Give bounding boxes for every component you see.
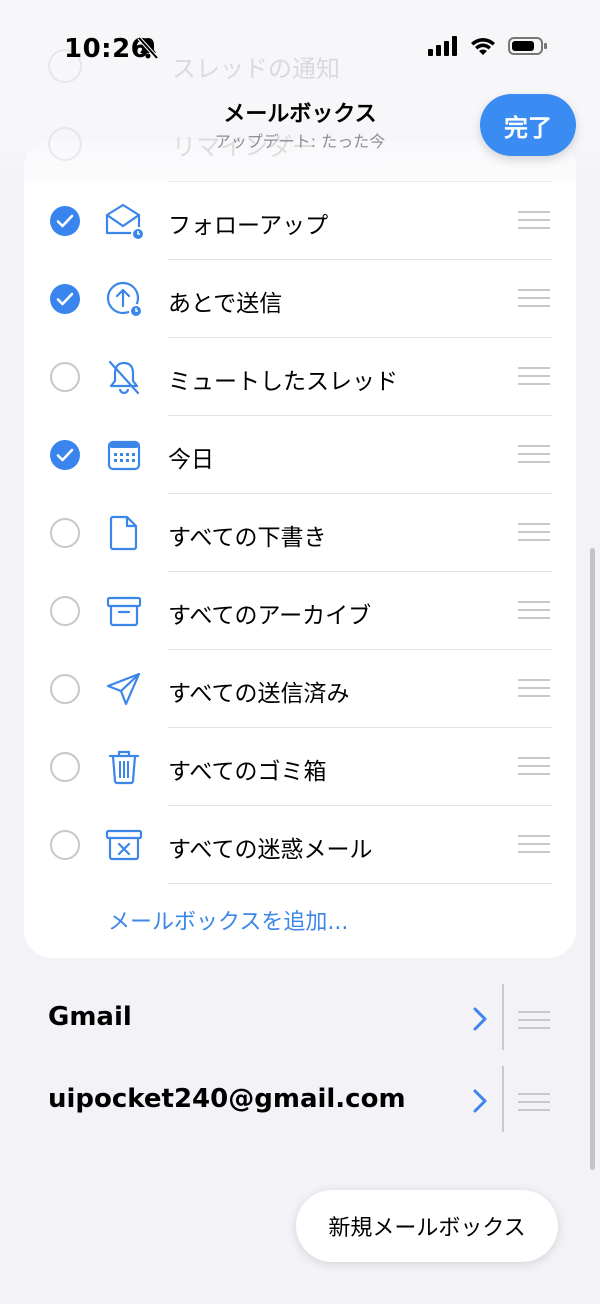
- reorder-handle-icon[interactable]: [518, 756, 550, 776]
- mailbox-row-all-sent[interactable]: すべての送信済み: [24, 650, 576, 728]
- mailbox-label: すべての下書き: [168, 525, 327, 551]
- unchecked-circle-icon[interactable]: [50, 752, 80, 782]
- new-mailbox-button[interactable]: 新規メールボックス: [296, 1190, 558, 1262]
- mailbox-label: すべてのアーカイブ: [168, 603, 372, 629]
- document-icon: [109, 515, 138, 551]
- mailbox-label: あとで送信: [168, 291, 283, 317]
- divider: [502, 1066, 504, 1132]
- account-name: Gmail: [48, 1002, 132, 1032]
- reorder-handle-icon[interactable]: [518, 600, 550, 620]
- mailbox-label: フォローアップ: [168, 213, 329, 239]
- send-later-icon: [106, 281, 143, 318]
- mailbox-row-send-later[interactable]: あとで送信: [24, 260, 576, 338]
- wifi-icon: [471, 38, 495, 55]
- chevron-right-icon[interactable]: [472, 1088, 488, 1114]
- scroll-indicator[interactable]: [590, 548, 595, 1170]
- unchecked-circle-icon[interactable]: [50, 596, 80, 626]
- reorder-handle-icon[interactable]: [518, 288, 550, 308]
- mailbox-row-muted-threads[interactable]: ミュートしたスレッド: [24, 338, 576, 416]
- junk-box-icon: [105, 829, 143, 861]
- unchecked-circle-icon[interactable]: [50, 674, 80, 704]
- reorder-handle-icon[interactable]: [518, 210, 550, 230]
- reorder-handle-icon[interactable]: [518, 366, 550, 386]
- battery-icon: [508, 37, 547, 55]
- chevron-right-icon[interactable]: [472, 1006, 488, 1032]
- mailbox-label: すべてのゴミ箱: [168, 759, 327, 785]
- status-bar: 10:26: [0, 0, 600, 96]
- add-mailbox-link[interactable]: メールボックスを追加...: [108, 904, 348, 936]
- bell-slash-icon: [108, 360, 140, 395]
- status-indicators: [428, 36, 548, 56]
- unchecked-circle-icon[interactable]: [50, 830, 80, 860]
- mailbox-label: 今日: [168, 447, 214, 473]
- mailbox-label: すべての迷惑メール: [168, 837, 373, 863]
- checkmark-icon[interactable]: [50, 206, 80, 236]
- reorder-handle-icon[interactable]: [518, 1010, 550, 1030]
- mailbox-label: すべての送信済み: [168, 681, 350, 707]
- unchecked-circle-icon[interactable]: [50, 362, 80, 392]
- cellular-signal-icon: [428, 36, 457, 56]
- account-row-email[interactable]: uipocket240@gmail.com: [0, 1062, 600, 1142]
- mailbox-row-all-drafts[interactable]: すべての下書き: [24, 494, 576, 572]
- mailbox-row-all-junk[interactable]: すべての迷惑メール: [24, 806, 576, 884]
- checkmark-icon[interactable]: [50, 440, 80, 470]
- mailbox-row-all-archive[interactable]: すべてのアーカイブ: [24, 572, 576, 650]
- account-name: uipocket240@gmail.com: [48, 1084, 406, 1114]
- checkmark-icon[interactable]: [50, 284, 80, 314]
- mailbox-label: ミュートしたスレッド: [168, 369, 398, 395]
- paper-plane-icon: [106, 672, 141, 706]
- reorder-handle-icon[interactable]: [518, 444, 550, 464]
- reorder-handle-icon[interactable]: [518, 678, 550, 698]
- archive-box-icon: [106, 596, 142, 627]
- reorder-handle-icon[interactable]: [518, 834, 550, 854]
- mailbox-row-today[interactable]: 今日: [24, 416, 576, 494]
- divider: [168, 883, 552, 884]
- divider: [502, 984, 504, 1050]
- account-row-gmail[interactable]: Gmail: [0, 980, 600, 1060]
- unchecked-circle-icon[interactable]: [50, 518, 80, 548]
- mailbox-row-all-trash[interactable]: すべてのゴミ箱: [24, 728, 576, 806]
- reorder-handle-icon[interactable]: [518, 1092, 550, 1112]
- silent-mode-icon: [137, 36, 159, 60]
- envelope-clock-icon: [105, 203, 144, 241]
- mailbox-row-follow-up[interactable]: フォローアップ: [24, 182, 576, 260]
- done-button[interactable]: 完了: [480, 94, 576, 156]
- trash-icon: [108, 750, 140, 785]
- calendar-icon: [107, 440, 141, 471]
- reorder-handle-icon[interactable]: [518, 522, 550, 542]
